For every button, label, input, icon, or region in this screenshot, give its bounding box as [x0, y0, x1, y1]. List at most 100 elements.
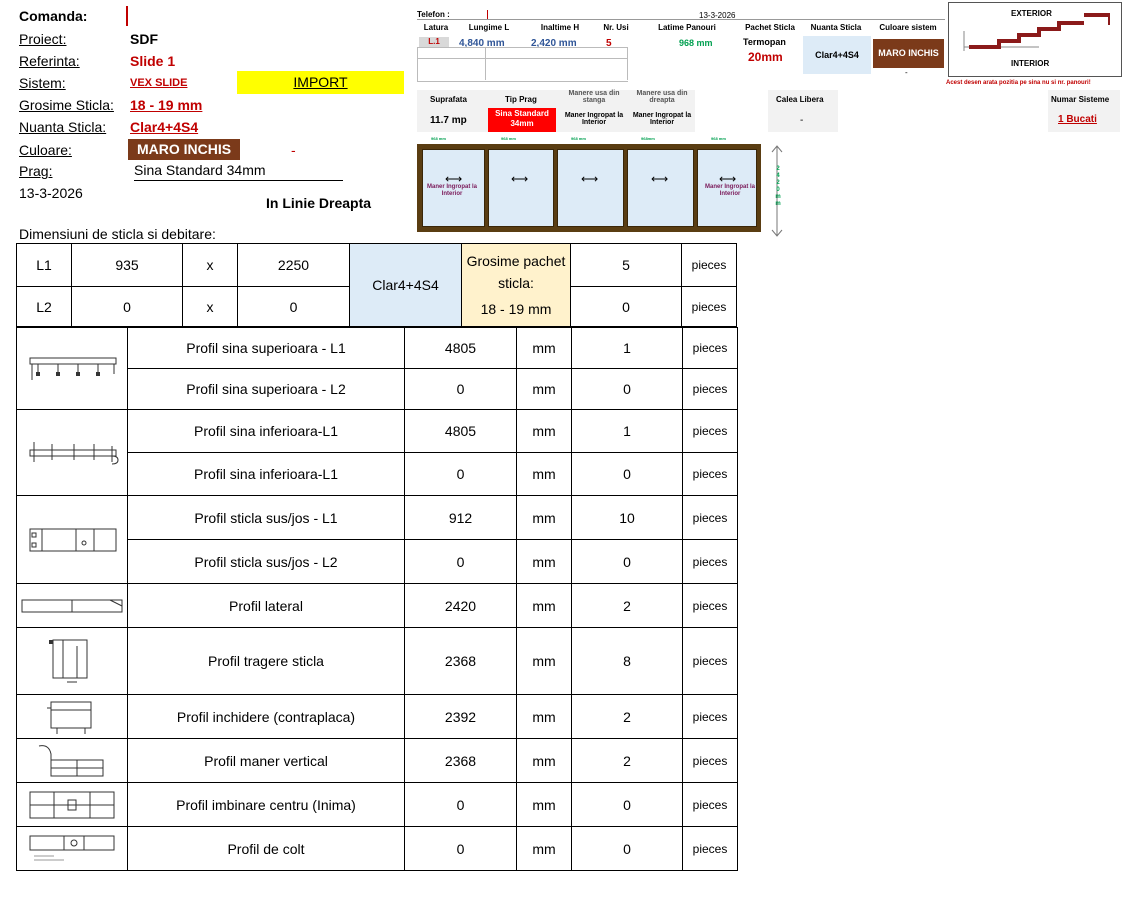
profile-pieces: pieces	[682, 583, 738, 628]
profile-qty: 0	[571, 539, 683, 584]
glass-l1-unit: pieces	[681, 243, 737, 287]
culoare-dash: -	[291, 142, 296, 158]
proiect-value: SDF	[130, 31, 158, 47]
profile-length: 2368	[404, 738, 517, 783]
profile-name: Profil sticla sus/jos - L2	[127, 539, 405, 584]
glass-l2-unit: pieces	[681, 286, 737, 327]
profile-name: Profil sticla sus/jos - L1	[127, 495, 405, 540]
warning-text: Acest desen arata pozitia pe sina nu si …	[946, 80, 1091, 86]
comanda-cursor	[126, 6, 128, 26]
prag-label: Prag:	[19, 163, 53, 179]
summary-vline-1	[485, 47, 486, 80]
profile-pieces: pieces	[682, 782, 738, 827]
height-digit-5: m	[775, 194, 781, 200]
summary-vline-2	[627, 47, 628, 80]
profile-name: Profil sina inferioara-L1	[127, 409, 405, 453]
profile-qty: 1	[571, 327, 683, 369]
profile-colt-image	[16, 826, 128, 871]
glass-l2-width: 0	[71, 286, 183, 327]
nuanta-value: Clar4+4S4	[130, 119, 199, 135]
profile-unit: mm	[516, 539, 572, 584]
latime-value: 968 mm	[679, 38, 713, 48]
referinta-value: Slide 1	[130, 53, 176, 69]
profile-qty: 2	[571, 583, 683, 628]
profiles-table: Profil sina superioara - L1 4805 mm 1 pi…	[16, 327, 738, 871]
profile-length: 2420	[404, 583, 517, 628]
manere-dr-value: Maner Ingropat la Interior	[632, 112, 692, 126]
profile-qty: 10	[571, 495, 683, 540]
profile-length: 912	[404, 495, 517, 540]
profile-sina-superioara-image	[16, 327, 128, 410]
profile-qty: 2	[571, 738, 683, 783]
culoare-value: MARO INCHIS	[128, 139, 240, 160]
hdr-latura: Latura	[423, 22, 449, 32]
glass-l2-qty: 0	[570, 286, 682, 327]
hdr-lungime: Lungime L	[468, 22, 510, 32]
grosime-value: 18 - 19 mm	[130, 97, 203, 113]
profile-length: 2368	[404, 627, 517, 695]
profile-lateral-image	[16, 583, 128, 628]
tipprag-value: Sina Standard 34mm	[488, 108, 556, 132]
hdr-inaltime: Inaltime H	[540, 22, 580, 32]
grosime-label: Grosime Sticla:	[19, 97, 114, 113]
dimensiuni-title: Dimensiuni de sticla si debitare:	[19, 226, 216, 242]
profile-pieces: pieces	[682, 368, 738, 410]
telefon-label: Telefon :	[417, 10, 450, 19]
profile-pieces: pieces	[682, 539, 738, 584]
table-row: L1 935 x 2250 Clar4+4S4 Grosime pachet s…	[16, 243, 737, 327]
glass-l1-x: x	[182, 243, 238, 287]
door-drawing: 968 mm 968 mm 968 mm 968mm 968 mm ⟷ ⟷ ⟷ …	[417, 136, 783, 237]
summary-panel: Telefon : 13-3-2026 Latura Lungime L Ina…	[417, 10, 945, 82]
profile-name: Profil imbinare centru (Inima)	[127, 782, 405, 827]
profile-name: Profil sina superioara - L1	[127, 327, 405, 369]
import-cell: IMPORT	[237, 71, 404, 94]
panel-arrow-2: ⟷	[511, 172, 529, 186]
profile-name: Profil tragere sticla	[127, 627, 405, 695]
profile-length: 2392	[404, 694, 517, 739]
profile-imbinare-image	[16, 782, 128, 827]
suprafata-value: 11.7 mp	[430, 115, 467, 126]
table-row: Profil lateral 2420 mm 2 pieces	[16, 583, 738, 628]
height-digit-6: m	[775, 201, 781, 207]
profile-unit: mm	[516, 583, 572, 628]
summary-hline	[417, 58, 627, 59]
hdr-nrusi: Nr. Usi	[603, 22, 629, 32]
panel-width-3: 968 mm	[571, 136, 586, 141]
nuanta-label: Nuanta Sticla:	[19, 119, 107, 135]
height-digit-1: 2	[776, 166, 780, 172]
sistem-label: Sistem:	[19, 75, 66, 91]
profile-qty: 0	[571, 826, 683, 871]
culoare-label: Culoare:	[19, 142, 72, 158]
sistem-value: VEX SLIDE	[130, 77, 188, 89]
glass-l1-width: 935	[71, 243, 183, 287]
profile-name: Profil inchidere (contraplaca)	[127, 694, 405, 739]
door-panel-4	[627, 149, 694, 227]
profile-sticla-image	[16, 495, 128, 584]
glass-l1-qty: 5	[570, 243, 682, 287]
rail-position-graphic	[963, 13, 1110, 51]
comanda-label: Comanda:	[19, 8, 88, 24]
panel-width-4: 968mm	[641, 136, 655, 141]
summary-nuanta: Clar4+4S4	[803, 36, 871, 74]
glass-l1-height: 2250	[237, 243, 350, 287]
manere-st-header: Manere usa din stanga	[568, 90, 620, 104]
height-digit-2: 4	[776, 173, 780, 179]
maner-left-label: Maner Ingropat la Interior	[426, 184, 477, 197]
table-row: Profil de colt 0 mm 0 pieces	[16, 826, 738, 871]
referinta-label: Referinta:	[19, 53, 80, 69]
profile-unit: mm	[516, 738, 572, 783]
summary-culoare: MARO INCHIS	[873, 39, 944, 68]
profile-qty: 0	[571, 368, 683, 410]
profile-pieces: pieces	[682, 738, 738, 783]
panel-arrow-3: ⟷	[581, 172, 599, 186]
profile-length: 0	[404, 452, 517, 496]
manere-dr-header: Manere usa din dreapta	[636, 90, 688, 104]
table-row: Profil inchidere (contraplaca) 2392 mm 2…	[16, 694, 738, 739]
hdr-pachet: Pachet Sticla	[745, 22, 795, 32]
panel-width-1: 968 mm	[431, 136, 446, 141]
height-digit-3: 2	[776, 180, 780, 186]
profile-tragere-image	[16, 627, 128, 695]
profile-unit: mm	[516, 826, 572, 871]
profile-length: 0	[404, 368, 517, 410]
summary-culoare-dash: -	[905, 68, 908, 77]
